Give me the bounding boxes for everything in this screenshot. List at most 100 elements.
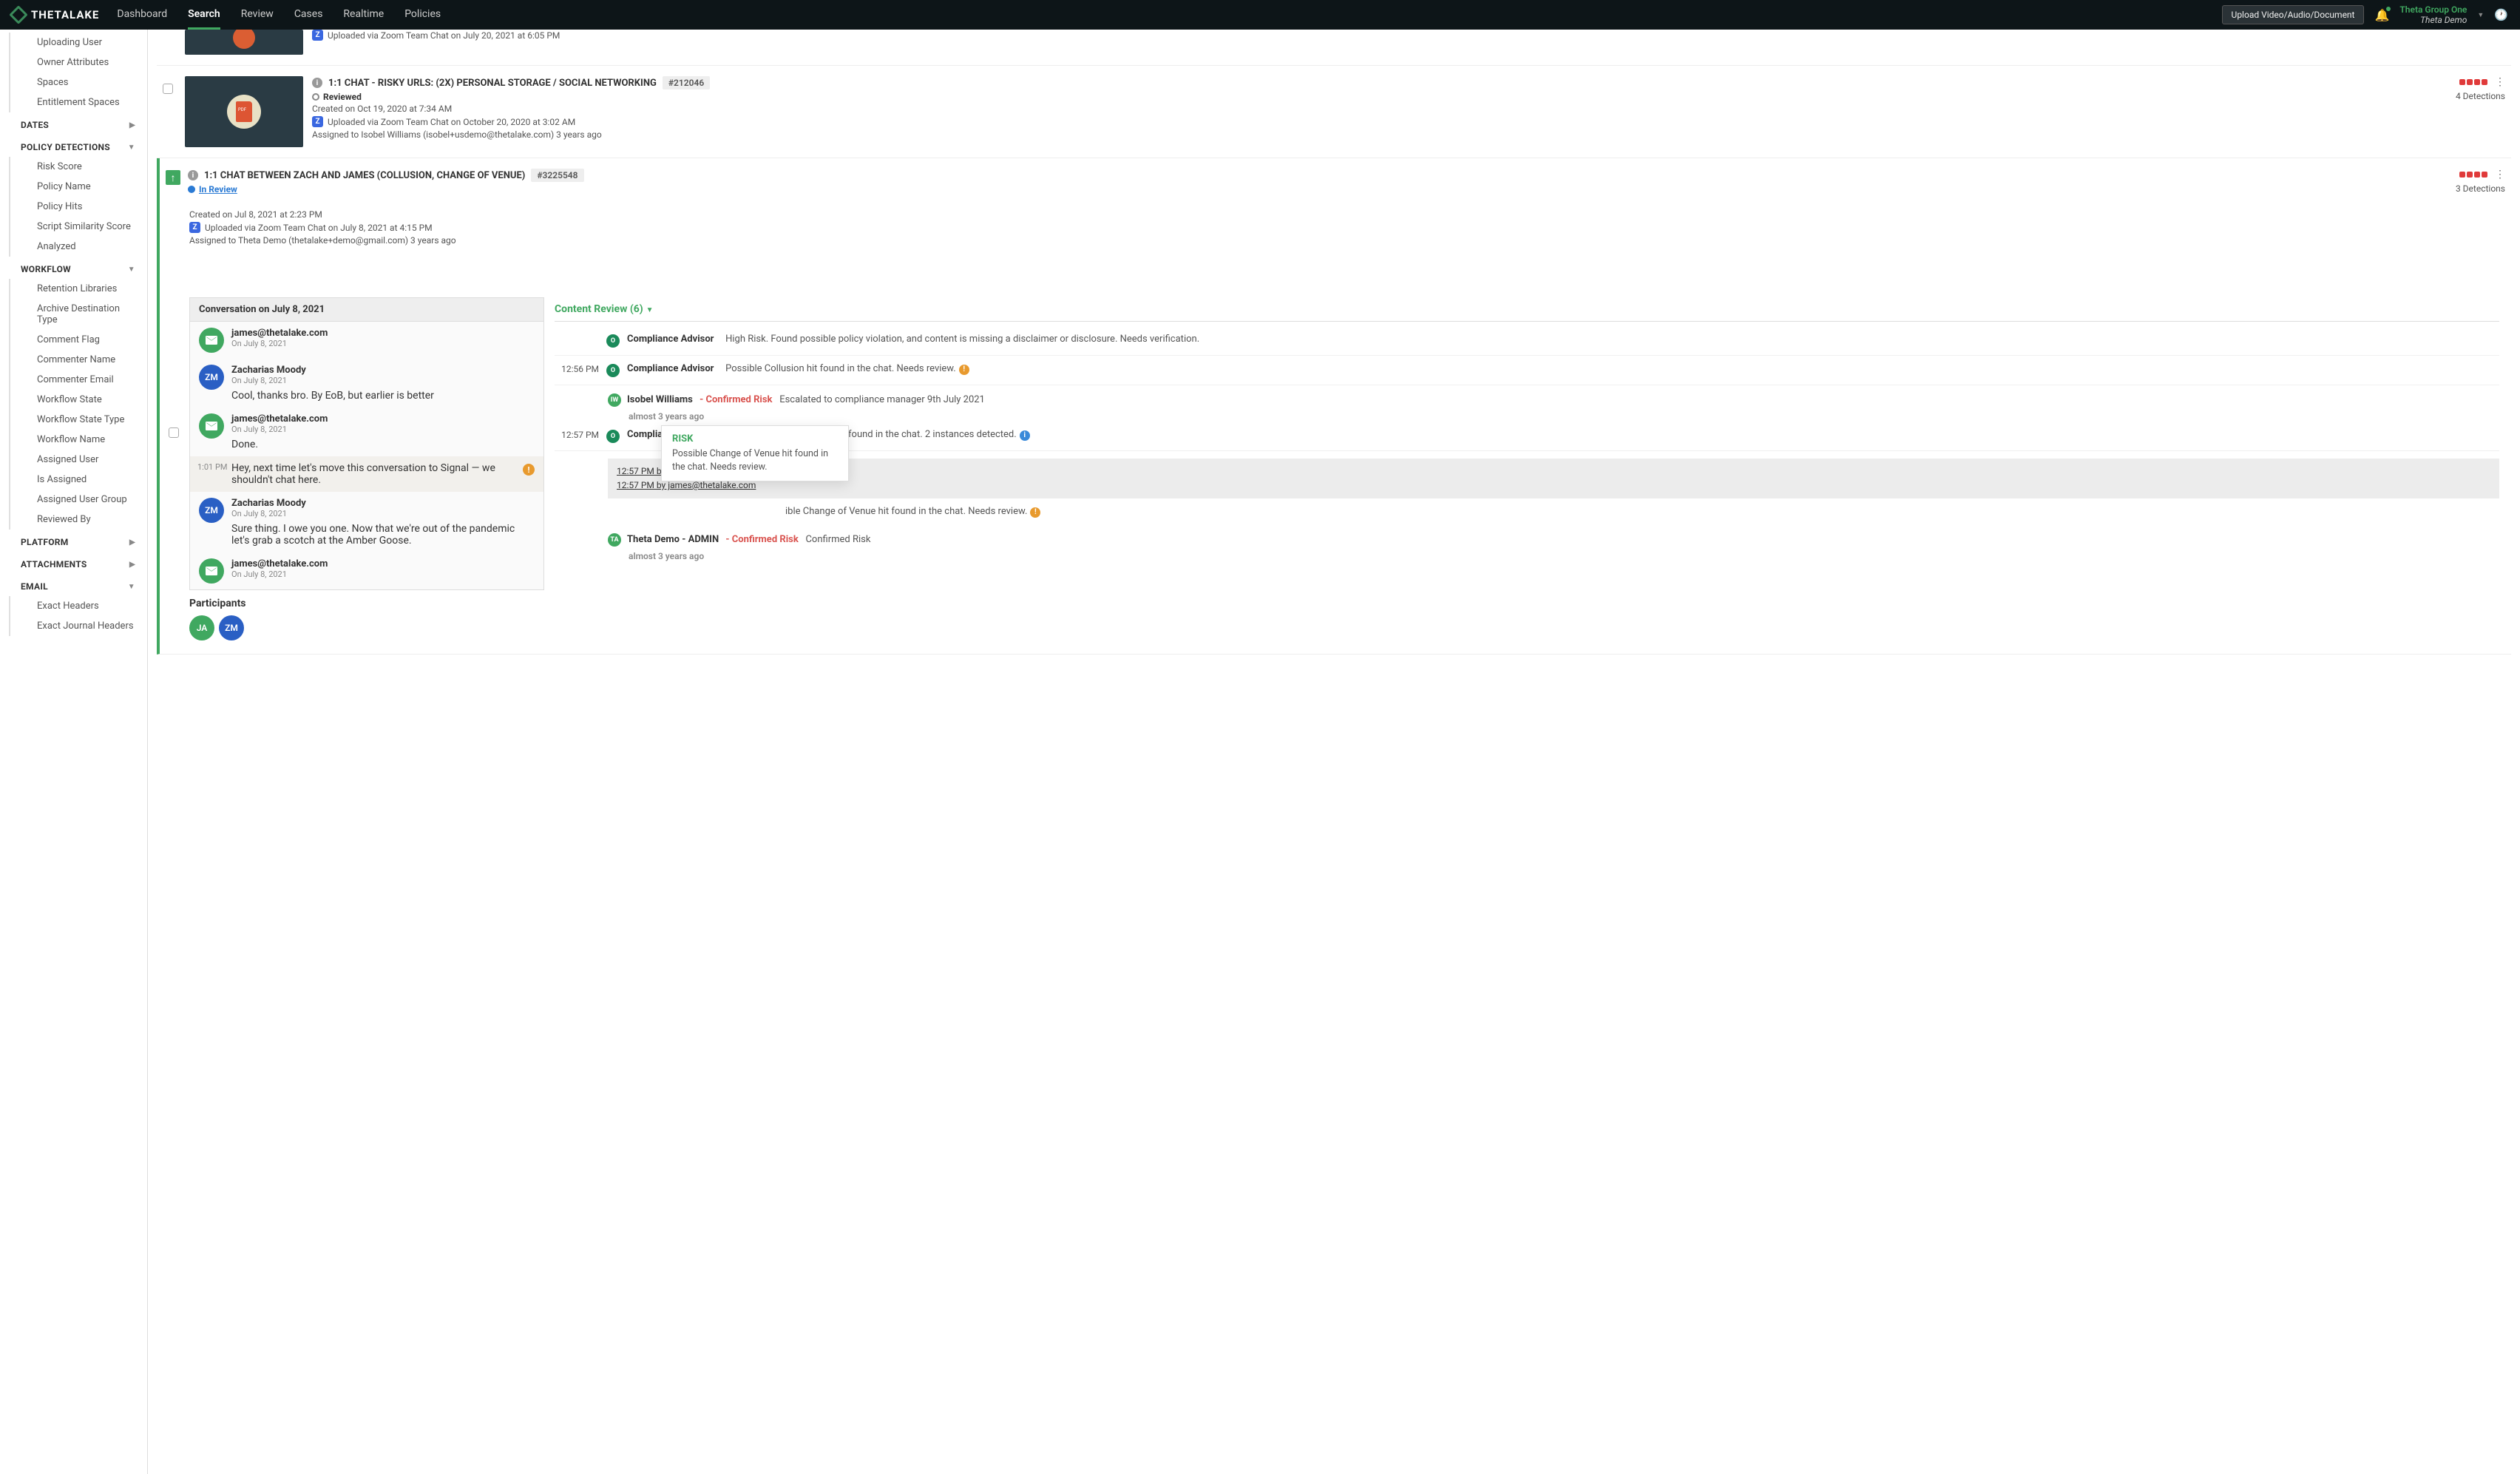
more-icon[interactable]: ⋮ <box>2495 76 2505 88</box>
upload-button[interactable]: Upload Video/Audio/Document <box>2222 5 2365 24</box>
review-time: 12:56 PM <box>558 363 599 374</box>
filter-item[interactable]: Assigned User <box>9 450 147 470</box>
filter-item[interactable]: Policy Name <box>9 177 147 197</box>
filter-item[interactable]: Comment Flag <box>9 330 147 350</box>
message-date: On July 8, 2021 <box>231 425 535 434</box>
participants-section: Participants JAZM <box>189 590 544 643</box>
filter-item[interactable]: Workflow State Type <box>9 410 147 430</box>
review-sub-item: TATheta Demo - ADMIN - Confirmed Risk Co… <box>608 533 2499 561</box>
filter-item[interactable]: Policy Hits <box>9 197 147 217</box>
risk-tooltip: RISK Possible Change of Venue hit found … <box>661 425 849 481</box>
nav-item-policies[interactable]: Policies <box>404 1 441 30</box>
timestamp-list[interactable]: 12:57 PM by james@thetalake.com12:57 PM … <box>608 459 2499 498</box>
filter-item[interactable]: Script Similarity Score <box>9 217 147 237</box>
status-label: Reviewed <box>323 92 362 102</box>
filter-item[interactable]: Uploading User <box>9 33 147 53</box>
filter-item[interactable]: Exact Headers <box>9 596 147 616</box>
review-text: High Risk. Found possible policy violati… <box>725 334 1199 345</box>
brand-text: THETALAKE <box>31 8 99 21</box>
info-icon[interactable]: i <box>312 78 322 88</box>
filter-item[interactable]: Entitlement Spaces <box>9 92 147 112</box>
result-row[interactable]: ZUploaded via Zoom Team Chat on July 20,… <box>157 30 2511 66</box>
participant-avatar[interactable]: JA <box>189 615 214 640</box>
message-text: Cool, thanks bro. By EoB, but earlier is… <box>231 390 535 402</box>
created-text: Created on Jul 8, 2021 at 2:23 PM <box>189 209 2505 220</box>
filter-item[interactable]: Reviewed By <box>9 510 147 530</box>
collapse-arrow-icon[interactable]: ↑ <box>166 170 180 185</box>
message-author: Zacharias Moody <box>231 498 535 509</box>
message-text: Hey, next time let's move this conversat… <box>231 462 515 486</box>
nav-item-review[interactable]: Review <box>241 1 274 30</box>
filter-section-header[interactable]: PLATFORM▶ <box>0 530 147 552</box>
notifications-icon[interactable]: 🔔 <box>2374 8 2389 22</box>
advisor-icon: O <box>606 364 620 377</box>
nav-item-realtime[interactable]: Realtime <box>343 1 384 30</box>
user-name-label: Theta Demo <box>2399 15 2467 25</box>
filter-item[interactable]: Commenter Email <box>9 370 147 390</box>
camera-icon <box>233 30 255 49</box>
avatar: ZM <box>199 498 224 523</box>
filter-item[interactable]: Commenter Name <box>9 350 147 370</box>
clock-icon[interactable]: 🕐 <box>2494 8 2508 21</box>
review-text: Possible Collusion hit found in the chat… <box>725 363 956 374</box>
filter-section-header[interactable]: EMAIL▼ <box>0 574 147 596</box>
chat-message[interactable]: 1:01 PMHey, next time let's move this co… <box>190 456 543 492</box>
chat-message[interactable]: ZMZacharias MoodyOn July 8, 2021Sure thi… <box>190 492 543 552</box>
result-row[interactable]: i 1:1 CHAT - RISKY URLS: (2X) PERSONAL S… <box>157 66 2511 158</box>
select-checkbox[interactable] <box>169 427 179 438</box>
filter-section-header[interactable]: ATTACHMENTS▶ <box>0 552 147 574</box>
info-bubble-icon[interactable]: ! <box>959 365 969 375</box>
brand-logo[interactable]: THETALAKE <box>12 8 99 21</box>
info-icon[interactable]: i <box>188 170 198 180</box>
filter-item[interactable]: Spaces <box>9 72 147 92</box>
avatar <box>199 558 224 584</box>
chat-message[interactable]: james@thetalake.comOn July 8, 2021 <box>190 552 543 589</box>
tooltip-text: Possible Change of Venue hit found in th… <box>672 447 838 473</box>
info-bubble-icon[interactable]: i <box>1020 430 1030 441</box>
info-bubble-icon[interactable]: ! <box>1030 507 1040 518</box>
warning-icon[interactable]: ! <box>523 464 535 476</box>
message-author: james@thetalake.com <box>231 413 535 425</box>
detections-count: 3 Detections <box>2456 183 2505 194</box>
chat-message[interactable]: ZMZacharias MoodyOn July 8, 2021Cool, th… <box>190 359 543 408</box>
risk-indicator: ⋮ <box>2456 76 2505 88</box>
user-badge-icon: TA <box>608 533 621 547</box>
more-icon[interactable]: ⋮ <box>2495 169 2505 180</box>
review-timestamp: almost 3 years ago <box>629 551 2499 561</box>
select-checkbox[interactable] <box>163 84 173 94</box>
review-item: ible Change of Venue hit found in the ch… <box>555 498 2499 525</box>
nav-item-search[interactable]: Search <box>188 1 220 30</box>
nav-item-cases[interactable]: Cases <box>294 1 323 30</box>
review-item[interactable]: 12:56 PMOCompliance Advisor Possible Col… <box>555 356 2499 385</box>
message-text: Done. <box>231 439 535 450</box>
user-caret-icon: ▼ <box>2477 11 2484 19</box>
filter-section-header[interactable]: POLICY DETECTIONS▼ <box>0 135 147 157</box>
filter-section-header[interactable]: DATES▶ <box>0 112 147 135</box>
filter-item[interactable]: Assigned User Group <box>9 490 147 510</box>
chat-message[interactable]: james@thetalake.comOn July 8, 2021 <box>190 322 543 359</box>
nav-item-dashboard[interactable]: Dashboard <box>117 1 167 30</box>
review-sub-item: IWIsobel Williams - Confirmed Risk Escal… <box>608 393 2499 422</box>
detections-count: 4 Detections <box>2456 91 2505 101</box>
conversation-header: Conversation on July 8, 2021 <box>190 298 543 322</box>
filter-item[interactable]: Exact Journal Headers <box>9 616 147 636</box>
user-menu[interactable]: Theta Group One Theta Demo <box>2399 4 2467 26</box>
filter-item[interactable]: Is Assigned <box>9 470 147 490</box>
message-author: james@thetalake.com <box>231 558 535 569</box>
participant-avatar[interactable]: ZM <box>219 615 244 640</box>
review-item[interactable]: OCompliance Advisor High Risk. Found pos… <box>555 326 2499 356</box>
filter-item[interactable]: Retention Libraries <box>9 279 147 299</box>
filter-item[interactable]: Analyzed <box>9 237 147 257</box>
filter-item[interactable]: Owner Attributes <box>9 53 147 72</box>
filter-item[interactable]: Archive Destination Type <box>9 299 147 330</box>
result-title: 1:1 CHAT BETWEEN ZACH AND JAMES (COLLUSI… <box>204 170 525 181</box>
message-author: Zacharias Moody <box>231 365 535 376</box>
status-label[interactable]: In Review <box>199 184 237 195</box>
filter-item[interactable]: Workflow State <box>9 390 147 410</box>
filter-item[interactable]: Workflow Name <box>9 430 147 450</box>
filter-item[interactable]: Risk Score <box>9 157 147 177</box>
chat-message[interactable]: james@thetalake.comOn July 8, 2021 Done. <box>190 408 543 456</box>
zoom-icon: Z <box>312 116 323 127</box>
content-review-header[interactable]: Content Review (6)▼ <box>555 297 2499 322</box>
filter-section-header[interactable]: WORKFLOW▼ <box>0 257 147 279</box>
